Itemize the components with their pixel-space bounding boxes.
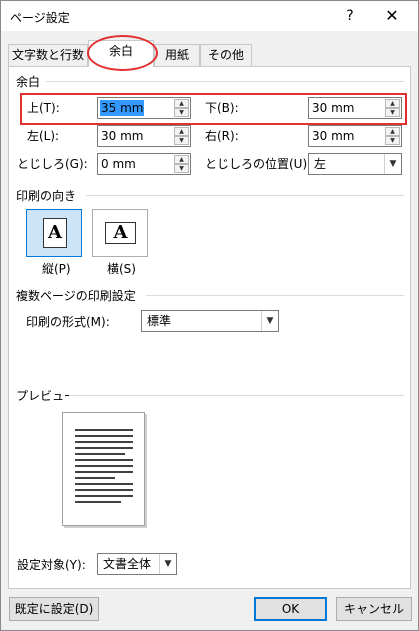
landscape-button[interactable]: A bbox=[92, 209, 148, 257]
window-title: ページ設定 bbox=[10, 11, 70, 25]
preview-divider bbox=[69, 395, 404, 396]
title-bar: ページ設定 ? ✕ bbox=[1, 1, 418, 31]
spin-down-icon[interactable]: ▼ bbox=[385, 136, 400, 145]
tab-paper[interactable]: 用紙 bbox=[154, 44, 200, 66]
left-margin-spinner[interactable]: 30 mm ▲ ▼ bbox=[97, 125, 191, 147]
print-format-value: 標準 bbox=[147, 314, 172, 328]
landscape-label: 横(S) bbox=[107, 262, 136, 276]
margins-divider bbox=[46, 81, 404, 82]
top-margin-spinner[interactable]: 35 mm ▲ ▼ bbox=[97, 97, 191, 119]
pages-section-label: 複数ページの印刷設定 bbox=[16, 289, 136, 303]
set-default-button[interactable]: 既定に設定(D) bbox=[9, 597, 99, 621]
gutter-position-value: 左 bbox=[314, 157, 327, 171]
page-preview-icon bbox=[62, 412, 145, 526]
gutter-position-label: とじしろの位置(U): bbox=[205, 157, 312, 171]
left-margin-value[interactable]: 30 mm bbox=[100, 128, 144, 144]
gutter-value[interactable]: 0 mm bbox=[100, 156, 137, 172]
right-margin-spinner[interactable]: 30 mm ▲ ▼ bbox=[308, 125, 402, 147]
gutter-label: とじしろ(G): bbox=[17, 157, 88, 171]
spin-up-icon[interactable]: ▲ bbox=[385, 127, 400, 136]
help-button[interactable]: ? bbox=[337, 4, 363, 28]
ok-button[interactable]: OK bbox=[254, 597, 327, 621]
tab-margins[interactable]: 余白 bbox=[88, 40, 154, 67]
spin-down-icon[interactable]: ▼ bbox=[174, 164, 189, 173]
close-button[interactable]: ✕ bbox=[375, 4, 409, 28]
chevron-down-icon[interactable]: ▼ bbox=[261, 311, 278, 331]
top-margin-label: 上(T): bbox=[27, 101, 60, 115]
cancel-button[interactable]: キャンセル bbox=[336, 597, 412, 621]
portrait-page-icon: A bbox=[43, 218, 67, 248]
margins-section-label: 余白 bbox=[16, 75, 41, 89]
preview-section-label: プレビュー bbox=[16, 389, 77, 403]
portrait-label: 縦(P) bbox=[42, 262, 71, 276]
tab-characters-and-lines[interactable]: 文字数と行数 bbox=[8, 44, 88, 66]
spin-down-icon[interactable]: ▼ bbox=[174, 136, 189, 145]
apply-to-select[interactable]: 文書全体 ▼ bbox=[97, 553, 177, 575]
spin-up-icon[interactable]: ▲ bbox=[174, 155, 189, 164]
print-format-label: 印刷の形式(M): bbox=[26, 315, 110, 329]
apply-to-value: 文書全体 bbox=[103, 557, 152, 571]
spin-down-icon[interactable]: ▼ bbox=[174, 108, 189, 117]
spin-up-icon[interactable]: ▲ bbox=[385, 99, 400, 108]
left-margin-label: 左(L): bbox=[27, 129, 60, 143]
gutter-spinner[interactable]: 0 mm ▲ ▼ bbox=[97, 153, 191, 175]
gutter-position-select[interactable]: 左 ▼ bbox=[308, 153, 402, 175]
chevron-down-icon[interactable]: ▼ bbox=[159, 554, 176, 574]
bottom-margin-value[interactable]: 30 mm bbox=[311, 100, 355, 116]
right-margin-label: 右(R): bbox=[205, 129, 239, 143]
orientation-divider bbox=[86, 195, 404, 196]
bottom-margin-spinner[interactable]: 30 mm ▲ ▼ bbox=[308, 97, 402, 119]
spin-down-icon[interactable]: ▼ bbox=[385, 108, 400, 117]
print-format-select[interactable]: 標準 ▼ bbox=[141, 310, 279, 332]
bottom-margin-label: 下(B): bbox=[205, 101, 239, 115]
tab-other[interactable]: その他 bbox=[200, 44, 252, 66]
orientation-section-label: 印刷の向き bbox=[16, 189, 77, 203]
pages-divider bbox=[146, 295, 404, 296]
top-margin-value[interactable]: 35 mm bbox=[100, 100, 145, 116]
page-setup-dialog: ページ設定 ? ✕ 文字数と行数 余白 用紙 その他 余白 上(T): 35 m… bbox=[0, 0, 419, 631]
spin-up-icon[interactable]: ▲ bbox=[174, 99, 189, 108]
portrait-button[interactable]: A bbox=[26, 209, 82, 257]
spin-up-icon[interactable]: ▲ bbox=[174, 127, 189, 136]
right-margin-value[interactable]: 30 mm bbox=[311, 128, 355, 144]
landscape-page-icon: A bbox=[105, 222, 136, 244]
chevron-down-icon[interactable]: ▼ bbox=[384, 154, 401, 174]
apply-to-label: 設定対象(Y): bbox=[17, 558, 86, 572]
